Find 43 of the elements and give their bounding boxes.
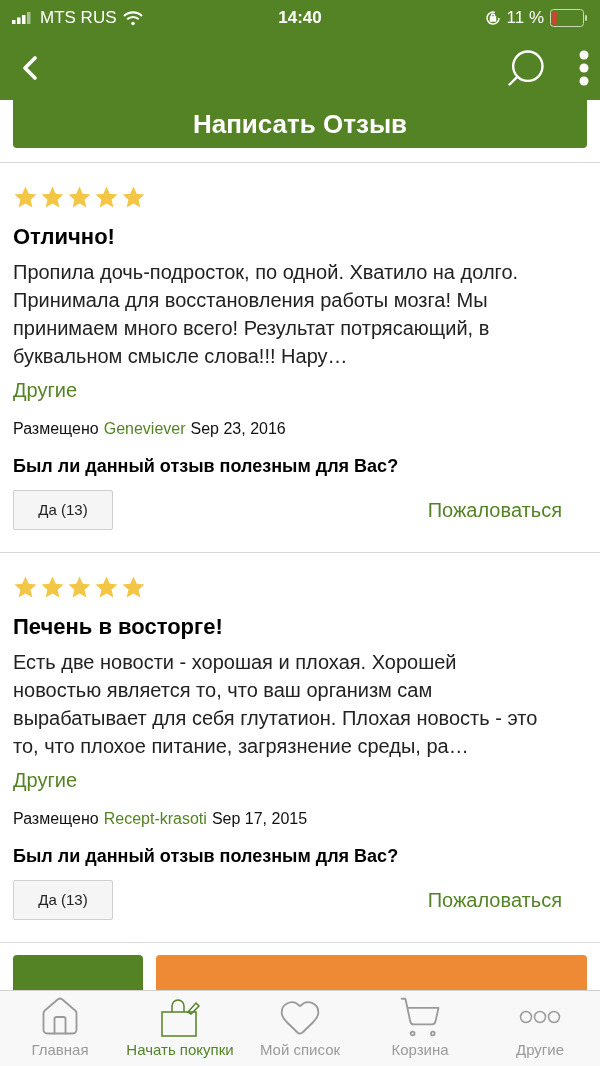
star-icon: [13, 575, 38, 600]
posted-label: Размещено: [13, 809, 99, 829]
tab-item[interactable]: Главная: [0, 991, 120, 1066]
cart-icon: [398, 995, 442, 1039]
review-title: Печень в восторге!: [13, 613, 224, 641]
report-link[interactable]: Пожаловаться: [427, 885, 562, 915]
tab-item[interactable]: Мой список: [240, 991, 360, 1066]
author-link[interactable]: Recept-krasoti: [103, 808, 207, 830]
review-date: Sep 17, 2015: [211, 809, 308, 829]
helpful-question: Был ли данный отзыв полезным для Вас?: [13, 455, 400, 478]
star-icon: [94, 575, 119, 600]
author-link[interactable]: Geneviever: [103, 418, 186, 440]
report-link[interactable]: Пожаловаться: [427, 495, 562, 525]
star-icon: [121, 185, 146, 210]
helpful-yes-button[interactable]: Да (13): [13, 880, 113, 920]
star-icon: [40, 185, 65, 210]
star-icon: [94, 185, 119, 210]
star-icon: [121, 575, 146, 600]
signal-icon: [12, 12, 34, 24]
tab-item[interactable]: Другие: [480, 991, 600, 1066]
write-review-button[interactable]: Написать Отзыв: [13, 100, 587, 148]
star-icon: [13, 185, 38, 210]
helpful-question: Был ли данный отзыв полезным для Вас?: [13, 845, 400, 868]
review-date: Sep 23, 2016: [190, 419, 286, 439]
posted-label: Размещено: [13, 419, 99, 439]
star-icon: [67, 185, 92, 210]
tab-item[interactable]: Корзина: [360, 991, 480, 1066]
more-link[interactable]: Другие: [13, 766, 587, 794]
review-title: Отлично!: [13, 223, 116, 251]
more-link[interactable]: Другие: [13, 376, 587, 404]
clock-time: 14:40: [278, 7, 322, 30]
star-icon: [67, 575, 92, 600]
battery-icon: [550, 9, 588, 27]
review-text: Пропила дочь-подросток, по одной. Хватило на долго. Принимала для восстановления работы мозга! Мы принимаем много всего! Результат потрясающий, в буквальном смысле слова!!! Нару…: [13, 260, 520, 369]
menu-icon[interactable]: [578, 50, 590, 86]
battery-percent: 11 %: [506, 7, 544, 30]
review-text: Есть две новости - хорошая и плохая. Хорошей новостью является то, что ваш организм сам вырабатывает для себя глутатион. Плохая новость - это то, что плохое питание, загрязнение среды, ра…: [13, 650, 539, 759]
star-icon: [40, 575, 65, 600]
tab-item[interactable]: Начать покупки: [120, 991, 240, 1066]
helpful-yes-button[interactable]: Да (13): [13, 490, 113, 530]
carrier-name: MTS RUS: [40, 7, 117, 30]
wifi-icon: [122, 10, 143, 26]
rotation-lock-icon: [484, 10, 501, 26]
